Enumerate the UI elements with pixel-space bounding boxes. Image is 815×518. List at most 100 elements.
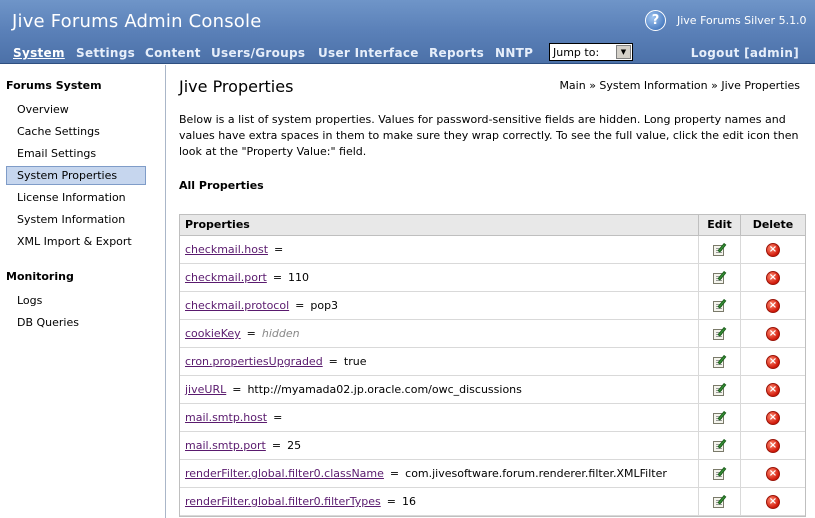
- property-name-link[interactable]: cron.propertiesUpgraded: [185, 355, 323, 368]
- delete-circle-icon[interactable]: ×: [766, 466, 780, 481]
- edit-document-icon[interactable]: [712, 354, 727, 369]
- nav-user-interface[interactable]: User Interface: [318, 46, 419, 60]
- sidebar-item-cache-settings[interactable]: Cache Settings: [17, 125, 100, 138]
- equals-sign: =: [295, 299, 305, 312]
- property-name-link[interactable]: checkmail.protocol: [185, 299, 289, 312]
- nav-content[interactable]: Content: [145, 46, 201, 60]
- question-circle-icon[interactable]: ?: [645, 10, 666, 31]
- property-value: pop3: [310, 299, 339, 312]
- edit-cell: [699, 264, 741, 291]
- nav-system[interactable]: System: [13, 46, 65, 60]
- breadcrumb: Main » System Information » Jive Propert…: [559, 79, 800, 92]
- property-cell: checkmail.protocol = pop3: [180, 292, 699, 319]
- table-row: checkmail.port = 110 ×: [180, 264, 805, 292]
- property-name-link[interactable]: mail.smtp.port: [185, 439, 266, 452]
- property-cell: renderFilter.global.filter0.filterTypes =…: [180, 488, 699, 515]
- nav-users-groups[interactable]: Users/Groups: [211, 46, 305, 60]
- delete-circle-icon[interactable]: ×: [766, 326, 780, 341]
- delete-circle-icon[interactable]: ×: [766, 410, 780, 425]
- equals-sign: =: [246, 327, 256, 340]
- dropdown-arrow-icon[interactable]: ▼: [616, 45, 631, 59]
- properties-table: Properties Edit Delete checkmail.host = × c…: [179, 214, 806, 517]
- delete-circle-icon[interactable]: ×: [766, 270, 780, 285]
- property-cell: checkmail.host =: [180, 236, 699, 263]
- property-cell: mail.smtp.host =: [180, 404, 699, 431]
- equals-sign: =: [232, 383, 242, 396]
- table-row: renderFilter.global.filter0.className = co…: [180, 460, 805, 488]
- edit-cell: [699, 488, 741, 515]
- property-name-link[interactable]: mail.smtp.host: [185, 411, 267, 424]
- table-row: mail.smtp.port = 25 ×: [180, 432, 805, 460]
- property-value: 16: [401, 495, 416, 508]
- edit-document-icon[interactable]: [712, 270, 727, 285]
- logout-link[interactable]: Logout [admin]: [691, 46, 799, 60]
- property-cell: jiveURL = http://myamada02.jp.oracle.com/o…: [180, 376, 699, 403]
- property-name-link[interactable]: renderFilter.global.filter0.className: [185, 467, 384, 480]
- delete-circle-icon[interactable]: ×: [766, 354, 780, 369]
- sidebar-item-xml-import-export[interactable]: XML Import & Export: [17, 235, 132, 248]
- edit-document-icon[interactable]: [712, 382, 727, 397]
- edit-cell: [699, 432, 741, 459]
- delete-cell: ×: [741, 432, 805, 459]
- edit-document-icon[interactable]: [712, 298, 727, 313]
- header-edit: Edit: [699, 215, 741, 235]
- property-value: http://myamada02.jp.oracle.com/owc_discu…: [247, 383, 522, 396]
- table-row: checkmail.host = ×: [180, 236, 805, 264]
- page-description: Below is a list of system properties. Va…: [179, 113, 799, 158]
- equals-sign: =: [274, 243, 284, 256]
- table-row: checkmail.protocol = pop3 ×: [180, 292, 805, 320]
- header-delete: Delete: [752, 218, 794, 231]
- sidebar-item-system-properties[interactable]: System Properties: [6, 166, 146, 185]
- jump-to-select[interactable]: Jump to: ▼: [549, 43, 633, 61]
- sidebar-item-system-information[interactable]: System Information: [17, 213, 125, 226]
- edit-document-icon[interactable]: [712, 410, 727, 425]
- delete-cell: ×: [741, 488, 805, 515]
- table-row: mail.smtp.host = ×: [180, 404, 805, 432]
- edition-label: Jive Forums Silver 5.1.0: [677, 14, 807, 27]
- delete-cell: ×: [741, 320, 805, 347]
- edit-document-icon[interactable]: [712, 242, 727, 257]
- property-name-link[interactable]: renderFilter.global.filter0.filterTypes: [185, 495, 381, 508]
- sidebar-heading-forums-system: Forums System: [6, 79, 102, 92]
- delete-cell: ×: [741, 292, 805, 319]
- property-cell: cron.propertiesUpgraded = true: [180, 348, 699, 375]
- table-row: cron.propertiesUpgraded = true ×: [180, 348, 805, 376]
- edit-document-icon[interactable]: [712, 466, 727, 481]
- edit-cell: [699, 348, 741, 375]
- sidebar-item-license-information[interactable]: License Information: [17, 191, 126, 204]
- delete-circle-icon[interactable]: ×: [766, 438, 780, 453]
- nav-reports[interactable]: Reports: [429, 46, 484, 60]
- edit-cell: [699, 236, 741, 263]
- sidebar-item-db-queries[interactable]: DB Queries: [17, 316, 79, 329]
- property-name-link[interactable]: jiveURL: [185, 383, 226, 396]
- edit-document-icon[interactable]: [712, 438, 727, 453]
- sidebar-item-logs[interactable]: Logs: [17, 294, 42, 307]
- delete-circle-icon[interactable]: ×: [766, 298, 780, 313]
- sidebar-heading-monitoring: Monitoring: [6, 270, 74, 283]
- sidebar: Forums System Overview Cache Settings Em…: [0, 65, 166, 518]
- section-title: All Properties: [179, 179, 264, 192]
- sidebar-item-email-settings[interactable]: Email Settings: [17, 147, 96, 160]
- property-name-link[interactable]: cookieKey: [185, 327, 241, 340]
- equals-sign: =: [389, 467, 400, 480]
- header-bar: Jive Forums Admin Console ? Jive Forums …: [0, 0, 815, 64]
- table-row: renderFilter.global.filter0.filterTypes =…: [180, 488, 805, 516]
- table-row: cookieKey = hidden ×: [180, 320, 805, 348]
- property-name-link[interactable]: checkmail.host: [185, 243, 268, 256]
- jump-to-label: Jump to:: [553, 45, 600, 59]
- edit-document-icon[interactable]: [712, 326, 727, 341]
- delete-circle-icon[interactable]: ×: [766, 494, 780, 509]
- edit-cell: [699, 460, 741, 487]
- delete-circle-icon[interactable]: ×: [766, 382, 780, 397]
- property-cell: mail.smtp.port = 25: [180, 432, 699, 459]
- delete-cell: ×: [741, 404, 805, 431]
- edit-cell: [699, 376, 741, 403]
- nav-settings[interactable]: Settings: [76, 46, 135, 60]
- delete-circle-icon[interactable]: ×: [766, 242, 780, 257]
- sidebar-item-overview[interactable]: Overview: [17, 103, 69, 116]
- nav-nntp[interactable]: NNTP: [495, 46, 533, 60]
- delete-cell: ×: [741, 348, 805, 375]
- edit-cell: [699, 404, 741, 431]
- edit-document-icon[interactable]: [712, 494, 727, 509]
- property-name-link[interactable]: checkmail.port: [185, 271, 267, 284]
